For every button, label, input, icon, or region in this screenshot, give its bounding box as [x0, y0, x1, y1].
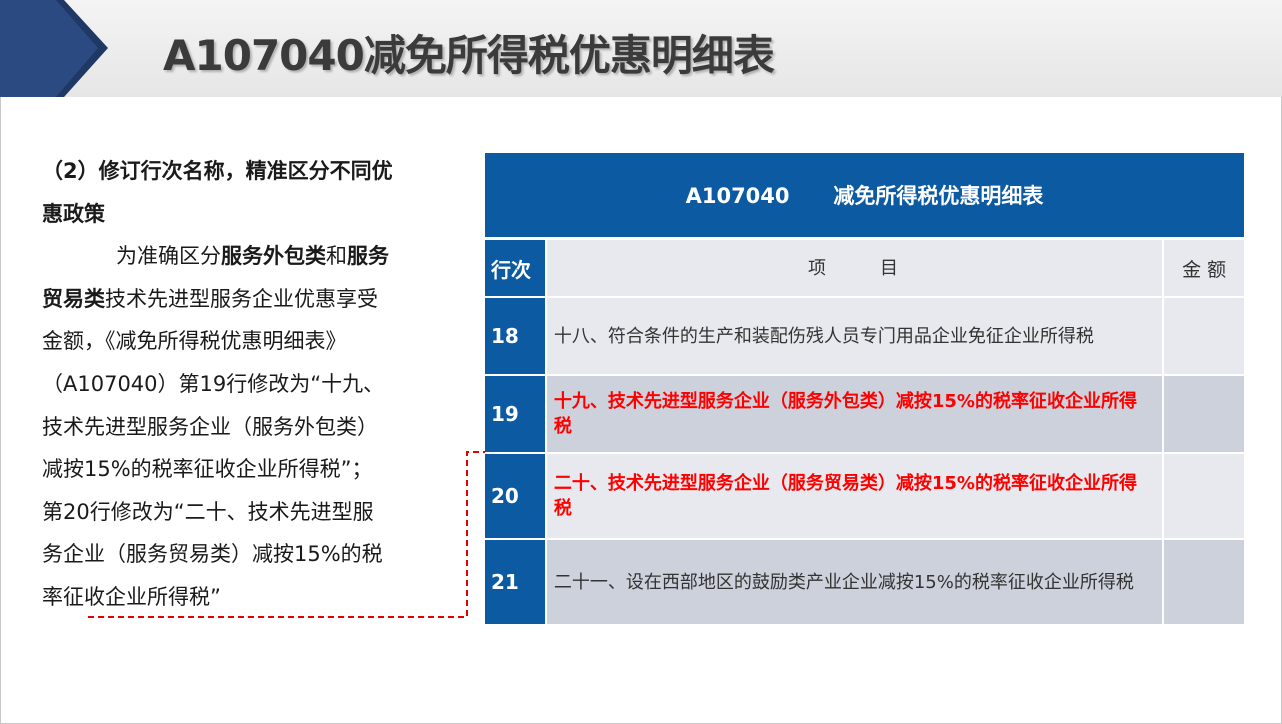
text-line: 务企业（服务贸易类）减按15%的税 — [42, 542, 383, 567]
text-line: 率征收企业所得税” — [42, 584, 221, 609]
title-arrow-icon — [0, 0, 108, 97]
text-emphasis: 服务 — [347, 244, 389, 269]
row-number: 20 — [485, 454, 545, 538]
text-segment: 为准确区分 — [116, 244, 221, 269]
page-title: A107040减免所得税优惠明细表 — [163, 31, 775, 80]
text-emphasis: 贸易类 — [42, 286, 105, 311]
title-bar: A107040减免所得税优惠明细表 — [0, 0, 1282, 97]
table-header-row: 行次 项 目 金 额 — [485, 240, 1245, 296]
tax-table: A107040 减免所得税优惠明细表 行次 项 目 金 额 18 十八、符合条件… — [485, 153, 1245, 624]
col-header-amount: 金 额 — [1164, 240, 1245, 296]
row-number: 21 — [485, 540, 545, 624]
row-amount — [1164, 376, 1245, 452]
section-heading: （2）修订行次名称，精准区分不同优 — [42, 159, 393, 183]
text-line: 减按15%的税率征收企业所得税”； — [42, 457, 373, 482]
text-line: 金额，《减免所得税优惠明细表》 — [42, 329, 347, 354]
table-row: 19 十九、技术先进型服务企业（服务外包类）减按15%的税率征收企业所得税 — [485, 376, 1245, 452]
text-segment: 技术先进型服务企业优惠享受 — [105, 286, 378, 311]
col-header-row-num: 行次 — [485, 240, 545, 296]
text-line: 第20行修改为“二十、技术先进型服 — [42, 499, 374, 524]
text-segment: 和 — [326, 244, 347, 269]
row-amount — [1164, 540, 1245, 624]
row-amount — [1164, 298, 1245, 374]
row-item-text: 二十一、设在西部地区的鼓励类产业企业减按15%的税率征收企业所得税 — [546, 540, 1163, 624]
text-emphasis: 服务外包类 — [221, 244, 326, 269]
table-row: 20 二十、技术先进型服务企业（服务贸易类）减按15%的税率征收企业所得税 — [485, 454, 1245, 538]
section-heading-cont: 惠政策 — [42, 201, 105, 226]
row-amount — [1164, 454, 1245, 538]
table-title: A107040 减免所得税优惠明细表 — [485, 153, 1244, 237]
description-text: （2）修订行次名称，精准区分不同优 惠政策 为准确区分服务外包类和服务 贸易类技… — [42, 150, 442, 619]
row-item-text-highlight: 二十、技术先进型服务企业（服务贸易类）减按15%的税率征收企业所得税 — [546, 454, 1163, 538]
row-item-text-highlight: 十九、技术先进型服务企业（服务外包类）减按15%的税率征收企业所得税 — [546, 376, 1163, 452]
text-line: （A107040）第19行修改为“十九、 — [42, 371, 385, 396]
table-row: 18 十八、符合条件的生产和装配伤残人员专门用品企业免征企业所得税 — [485, 298, 1245, 374]
table-row: 21 二十一、设在西部地区的鼓励类产业企业减按15%的税率征收企业所得税 — [485, 540, 1245, 624]
col-header-item: 项 目 — [546, 240, 1163, 296]
row-item-text: 十八、符合条件的生产和装配伤残人员专门用品企业免征企业所得税 — [546, 298, 1163, 374]
text-line: 技术先进型服务企业（服务外包类） — [42, 414, 378, 439]
row-number: 19 — [485, 376, 545, 452]
row-number: 18 — [485, 298, 545, 374]
